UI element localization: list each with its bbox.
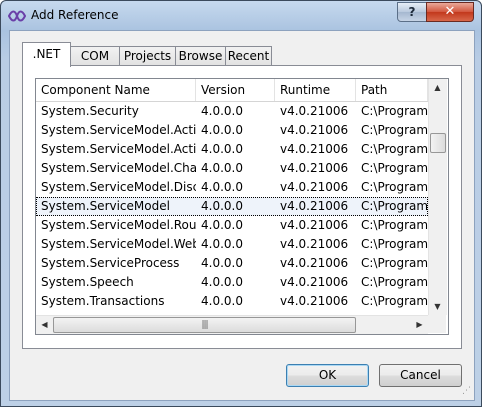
column-header-runtime[interactable]: Runtime bbox=[275, 79, 356, 101]
scroll-left-arrow-icon[interactable]: ◀ bbox=[36, 316, 53, 333]
cell-runtime: v4.0.21006 bbox=[280, 199, 349, 213]
cell-version: 4.0.0.0 bbox=[201, 142, 243, 156]
cell-runtime: v4.0.21006 bbox=[280, 275, 349, 289]
scroll-right-arrow-icon[interactable]: ▶ bbox=[411, 316, 428, 333]
tab-com[interactable]: COM bbox=[70, 46, 120, 66]
scroll-down-arrow-icon[interactable]: ▼ bbox=[429, 298, 446, 315]
component-list[interactable]: Component Name Version Runtime Path Syst… bbox=[35, 78, 449, 335]
cell-path: C:\Program bbox=[361, 104, 428, 118]
cell-version: 4.0.0.0 bbox=[201, 180, 243, 194]
cell-runtime: v4.0.21006 bbox=[280, 237, 349, 251]
scroll-up-arrow-icon[interactable]: ▲ bbox=[429, 79, 446, 96]
resize-grip-icon[interactable]: ⋰ bbox=[462, 386, 472, 396]
horizontal-scrollbar[interactable]: ◀ ||| ▶ bbox=[36, 315, 428, 334]
cell-version: 4.0.0.0 bbox=[201, 161, 243, 175]
cell-version: 4.0.0.0 bbox=[201, 256, 243, 270]
list-row[interactable]: System.ServiceModel.Disc... 4.0.0.0 v4.0… bbox=[36, 178, 428, 197]
cell-version: 4.0.0.0 bbox=[201, 199, 243, 213]
cell-component-name: System.ServiceModel.Rout... bbox=[41, 218, 196, 232]
list-row[interactable]: System.Transactions 4.0.0.0 v4.0.21006 C… bbox=[36, 292, 428, 311]
cell-runtime: v4.0.21006 bbox=[280, 294, 349, 308]
cell-path: C:\Program bbox=[361, 237, 428, 251]
vertical-scrollbar[interactable]: ▲ ▼ bbox=[428, 79, 447, 315]
cell-version: 4.0.0.0 bbox=[201, 237, 243, 251]
tab-dotnet[interactable]: .NET bbox=[22, 42, 71, 67]
cell-runtime: v4.0.21006 bbox=[280, 161, 349, 175]
cell-component-name: System.ServiceModel.Acti... bbox=[41, 142, 196, 156]
cell-component-name: System.Transactions bbox=[41, 294, 165, 308]
cell-path: C:\Program bbox=[361, 294, 428, 308]
cell-component-name: System.ServiceModel.Cha... bbox=[41, 161, 196, 175]
horizontal-scroll-thumb[interactable]: ||| bbox=[53, 317, 356, 333]
cell-path: C:\Program bbox=[361, 256, 428, 270]
add-reference-dialog: Add Reference ? ✕ .NET COM Projects Brow… bbox=[0, 0, 482, 407]
cell-component-name: System.ServiceProcess bbox=[41, 256, 180, 270]
list-row[interactable]: System.ServiceModel.Cha... 4.0.0.0 v4.0.… bbox=[36, 159, 428, 178]
ok-button[interactable]: OK bbox=[286, 364, 369, 387]
column-header-component-name[interactable]: Component Name bbox=[36, 79, 196, 101]
cell-version: 4.0.0.0 bbox=[201, 218, 243, 232]
cell-version: 4.0.0.0 bbox=[201, 275, 243, 289]
cell-path: C:\Program bbox=[361, 199, 428, 213]
cell-runtime: v4.0.21006 bbox=[280, 180, 349, 194]
dialog-client-area: .NET COM Projects Browse Recent Componen… bbox=[9, 30, 475, 401]
cancel-button[interactable]: Cancel bbox=[379, 364, 462, 387]
cell-path: C:\Program bbox=[361, 142, 428, 156]
cell-path: C:\Program bbox=[361, 180, 428, 194]
cell-runtime: v4.0.21006 bbox=[280, 123, 349, 137]
list-rows: System.Security 4.0.0.0 v4.0.21006 C:\Pr… bbox=[36, 102, 428, 311]
cell-component-name: System.Security bbox=[41, 104, 139, 118]
column-header-path[interactable]: Path bbox=[356, 79, 428, 101]
cell-component-name: System.ServiceModel bbox=[41, 199, 170, 213]
cell-path: C:\Program bbox=[361, 123, 428, 137]
column-header-version[interactable]: Version bbox=[196, 79, 275, 101]
cell-component-name: System.Speech bbox=[41, 275, 134, 289]
list-row[interactable]: System.ServiceProcess 4.0.0.0 v4.0.21006… bbox=[36, 254, 428, 273]
cell-path: C:\Program bbox=[361, 275, 428, 289]
tab-recent[interactable]: Recent bbox=[225, 46, 272, 66]
tab-projects[interactable]: Projects bbox=[119, 46, 176, 66]
cell-component-name: System.ServiceModel.Acti... bbox=[41, 123, 196, 137]
vertical-scroll-thumb[interactable] bbox=[430, 133, 446, 153]
list-row[interactable]: System.Security 4.0.0.0 v4.0.21006 C:\Pr… bbox=[36, 102, 428, 121]
list-header: Component Name Version Runtime Path bbox=[36, 79, 428, 102]
close-button[interactable]: ✕ bbox=[426, 2, 474, 22]
help-button[interactable]: ? bbox=[397, 2, 427, 22]
cell-path: C:\Program bbox=[361, 161, 428, 175]
cell-version: 4.0.0.0 bbox=[201, 104, 243, 118]
scrollbar-corner bbox=[428, 315, 446, 333]
cell-runtime: v4.0.21006 bbox=[280, 142, 349, 156]
list-row-selected[interactable]: System.ServiceModel 4.0.0.0 v4.0.21006 C… bbox=[36, 197, 428, 216]
list-row[interactable]: System.ServiceModel.Acti... 4.0.0.0 v4.0… bbox=[36, 140, 428, 159]
cell-component-name: System.ServiceModel.Disc... bbox=[41, 180, 196, 194]
cell-runtime: v4.0.21006 bbox=[280, 218, 349, 232]
cell-runtime: v4.0.21006 bbox=[280, 104, 349, 118]
cell-version: 4.0.0.0 bbox=[201, 123, 243, 137]
title-bar[interactable]: Add Reference ? ✕ bbox=[1, 1, 481, 31]
list-row[interactable]: System.Speech 4.0.0.0 v4.0.21006 C:\Prog… bbox=[36, 273, 428, 292]
scroll-thumb-grip-icon: ||| bbox=[201, 320, 208, 330]
visual-studio-icon bbox=[8, 10, 26, 22]
list-row[interactable]: System.ServiceModel.Web 4.0.0.0 v4.0.210… bbox=[36, 235, 428, 254]
cell-component-name: System.ServiceModel.Web bbox=[41, 237, 196, 251]
list-row[interactable]: System.ServiceModel.Acti... 4.0.0.0 v4.0… bbox=[36, 121, 428, 140]
list-row[interactable]: System.ServiceModel.Rout... 4.0.0.0 v4.0… bbox=[36, 216, 428, 235]
cell-path: C:\Program bbox=[361, 218, 428, 232]
cell-version: 4.0.0.0 bbox=[201, 294, 243, 308]
tab-browse[interactable]: Browse bbox=[175, 46, 226, 66]
tab-panel-dotnet: Component Name Version Runtime Path Syst… bbox=[22, 65, 462, 349]
dialog-title: Add Reference bbox=[31, 8, 119, 22]
cell-runtime: v4.0.21006 bbox=[280, 256, 349, 270]
